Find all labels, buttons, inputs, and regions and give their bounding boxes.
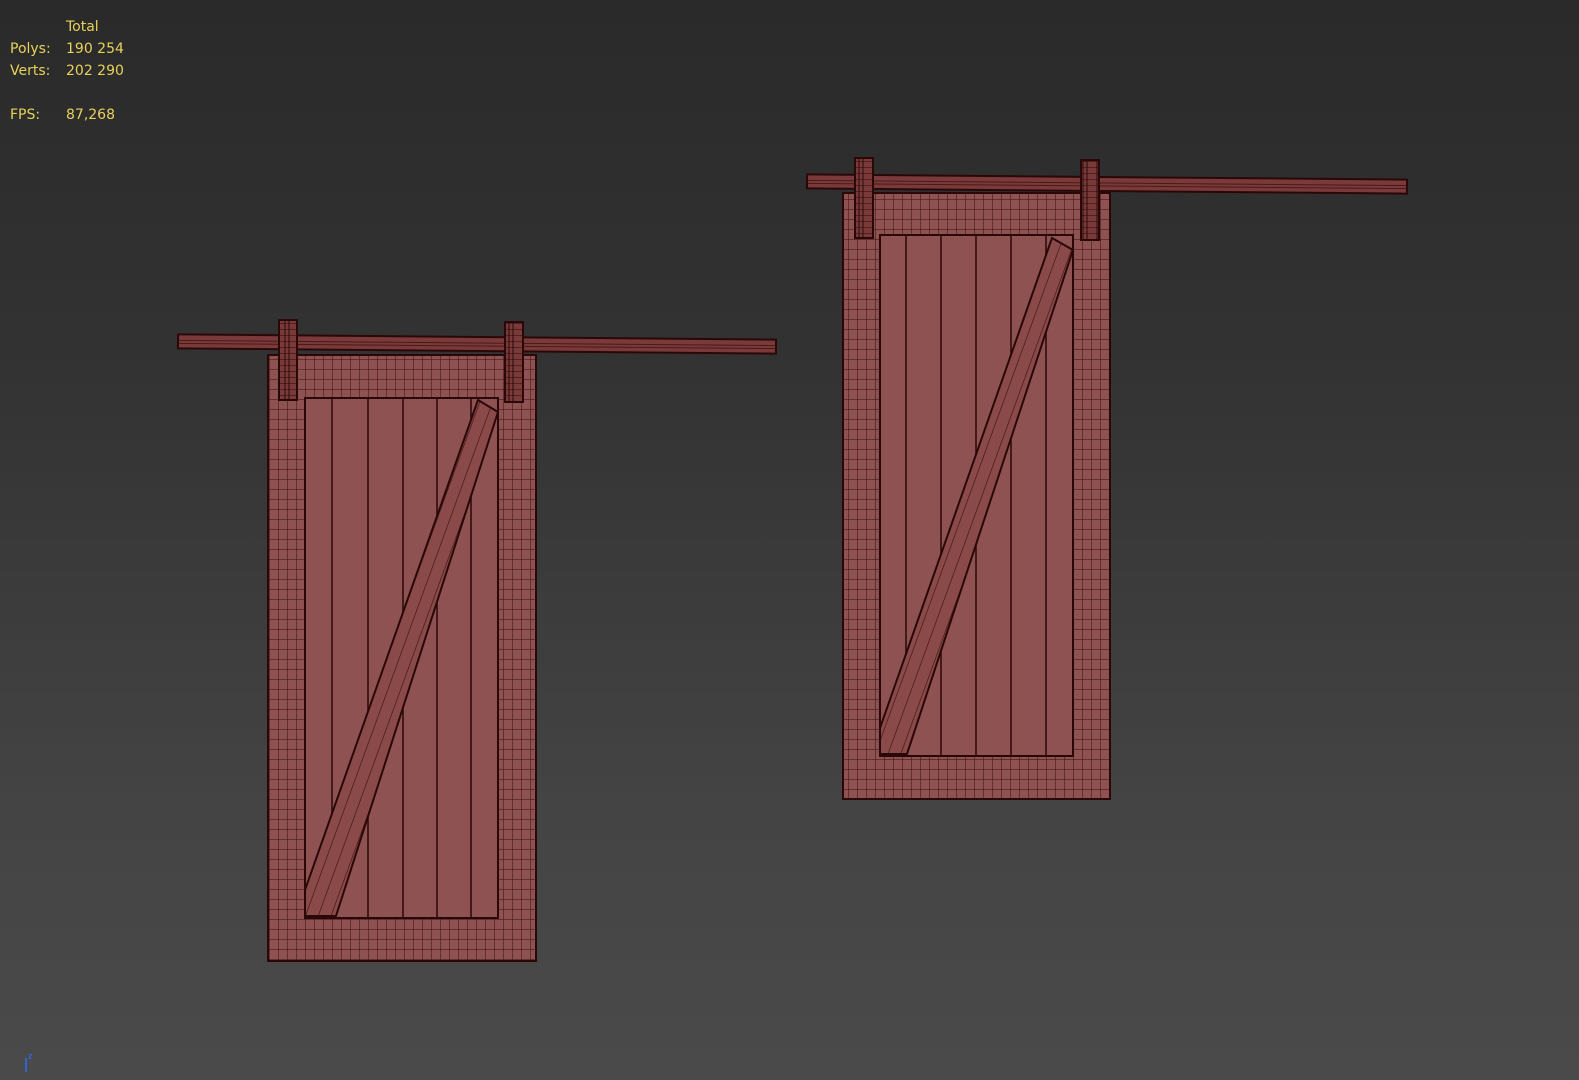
rail-right: [805, 173, 1409, 195]
hanger-left-1: [278, 319, 298, 401]
hanger-right-2: [1080, 159, 1100, 241]
axis-gizmo: z: [25, 1052, 33, 1072]
axis-label-z: z: [28, 1052, 33, 1062]
hanger-right-1: [854, 157, 874, 239]
rail-left: [176, 333, 778, 355]
barn-door-left[interactable]: [176, 319, 778, 962]
scene-canvas[interactable]: [0, 0, 1579, 1080]
barn-door-right[interactable]: [805, 157, 1409, 800]
hanger-left-2: [504, 321, 524, 403]
3d-viewport[interactable]: Total Polys: 190 254 Verts: 202 290 FPS:…: [0, 0, 1579, 1080]
